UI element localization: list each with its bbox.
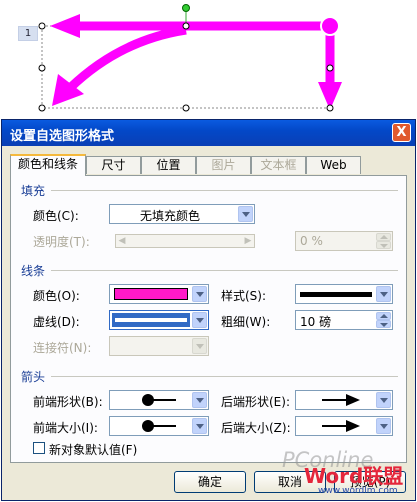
- oval-size-icon: [142, 420, 176, 432]
- fill-separator: [51, 190, 398, 191]
- line-weight-label: 粗细(W):: [221, 315, 271, 329]
- chevron-down-icon[interactable]: [192, 312, 207, 328]
- fill-color-dropdown[interactable]: 无填充颜色: [109, 204, 255, 224]
- fill-color-label: 颜色(C):: [33, 209, 79, 223]
- chevron-down-icon[interactable]: [376, 286, 391, 302]
- transparency-spinner: 0 %: [295, 231, 393, 251]
- chevron-down-icon: [192, 338, 207, 354]
- close-button[interactable]: X: [392, 123, 411, 142]
- colors-lines-panel: 填充 颜色(C): 无填充颜色 透明度(T): ◀ ▶ 0 % 线条 颜色(O)…: [10, 175, 407, 463]
- line-weight-spinner[interactable]: 10 磅: [295, 310, 393, 330]
- arrow-end-point: [320, 16, 340, 36]
- line-color-dropdown[interactable]: [109, 284, 209, 304]
- end-size-dropdown[interactable]: [295, 416, 393, 436]
- fill-section-title: 填充: [21, 184, 46, 198]
- transparency-slider: ◀ ▶: [115, 234, 255, 248]
- line-color-swatch: [114, 288, 188, 300]
- document-canvas: 1: [0, 0, 417, 122]
- arrows-separator: [51, 376, 398, 377]
- tab-textbox: 文本框: [251, 156, 306, 174]
- tab-size[interactable]: 尺寸: [86, 156, 141, 174]
- slider-left-icon: ◀: [118, 236, 126, 246]
- tab-position[interactable]: 位置: [141, 156, 196, 174]
- default-checkbox-label[interactable]: 新对象默认值(F): [49, 441, 137, 458]
- begin-style-dropdown[interactable]: [109, 390, 209, 410]
- line-section-title: 线条: [21, 264, 46, 278]
- chevron-down-icon[interactable]: [192, 418, 207, 434]
- slider-right-icon: ▶: [244, 236, 252, 246]
- format-autoshape-dialog: 设置自选图形格式 X 颜色和线条 尺寸 位置 图片 文本框 Web 填充 颜色(…: [1, 119, 416, 501]
- line-separator: [51, 270, 398, 271]
- chevron-down-icon[interactable]: [192, 392, 207, 408]
- chevron-down-icon[interactable]: [192, 286, 207, 302]
- spin-up-icon: [376, 233, 391, 241]
- line-style-label: 样式(S):: [221, 289, 267, 303]
- end-style-dropdown[interactable]: [295, 390, 393, 410]
- default-checkbox[interactable]: [33, 442, 45, 454]
- begin-style-label: 前端形状(B):: [33, 395, 103, 409]
- chevron-down-icon[interactable]: [238, 206, 253, 222]
- fill-color-value: 无填充颜色: [140, 209, 201, 223]
- transparency-value: 0 %: [300, 234, 323, 248]
- begin-size-label: 前端大小(I):: [33, 421, 98, 435]
- tab-picture: 图片: [196, 156, 251, 174]
- arrow-size-icon: [322, 420, 360, 432]
- begin-size-dropdown[interactable]: [109, 416, 209, 436]
- dialog-title: 设置自选图形格式: [10, 129, 115, 144]
- spin-down-icon[interactable]: [376, 320, 391, 328]
- word-union-logo: Word联盟: [304, 464, 404, 488]
- line-weight-value: 10 磅: [300, 315, 332, 329]
- end-style-label: 后端形状(E):: [221, 395, 290, 409]
- chevron-down-icon[interactable]: [376, 418, 391, 434]
- end-size-label: 后端大小(Z):: [221, 421, 291, 435]
- connector-label: 连接符(N):: [33, 341, 92, 355]
- curved-arrow-shaft: [66, 25, 187, 92]
- site-url-watermark: www.wordlm.com: [318, 486, 398, 496]
- rotation-handle: [182, 4, 190, 12]
- line-style-dropdown[interactable]: [295, 284, 393, 304]
- selection-frame: [41, 25, 332, 109]
- dashed-label: 虚线(D):: [33, 315, 80, 329]
- spin-up-icon[interactable]: [376, 312, 391, 320]
- solid-dash-icon: [115, 318, 187, 322]
- tab-web[interactable]: Web: [306, 156, 361, 174]
- line-color-label: 颜色(O):: [33, 289, 80, 303]
- tab-colors-lines[interactable]: 颜色和线条: [10, 154, 86, 176]
- dashed-dropdown[interactable]: [109, 310, 209, 330]
- ok-button[interactable]: 确定: [174, 471, 246, 493]
- dialog-titlebar[interactable]: 设置自选图形格式 X: [2, 120, 415, 146]
- oval-arrow-icon: [142, 394, 176, 406]
- arrows-section-title: 箭头: [21, 370, 46, 384]
- arrow-shapes[interactable]: [0, 0, 417, 122]
- arrow-right-icon: [322, 394, 360, 406]
- transparency-label: 透明度(T):: [33, 235, 90, 249]
- selection-handles: [38, 22, 334, 112]
- left-arrowhead: [50, 14, 80, 38]
- chevron-down-icon[interactable]: [376, 392, 391, 408]
- thick-line-icon: [300, 292, 372, 297]
- connector-dropdown: [109, 336, 209, 356]
- spin-down-icon: [376, 241, 391, 249]
